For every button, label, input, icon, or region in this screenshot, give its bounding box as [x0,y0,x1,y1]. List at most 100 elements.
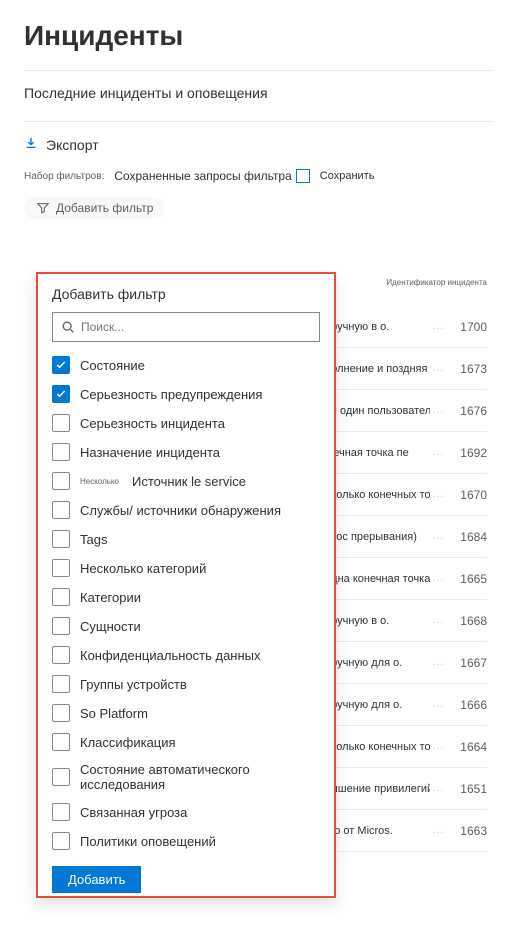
checkbox[interactable] [52,832,70,850]
option-label: Серьезность инцидента [80,416,225,431]
checkbox[interactable] [52,768,70,786]
incident-id: 1684 [460,530,487,544]
option-label: Конфиденциальность данных [80,648,261,663]
table-row[interactable]: tзапрос прерывания)...1684 [310,516,487,558]
incident-id: 1665 [460,572,487,586]
option-label: Сущности [80,619,141,634]
table-row[interactable]: оконечная точка пе...1692 [310,432,487,474]
checkbox[interactable] [52,501,70,519]
filter-option[interactable]: Несколько категорий [52,559,320,577]
option-label: Связанная угроза [80,805,187,820]
filter-option[interactable]: Категории [52,588,320,606]
table-row[interactable]: on одна конечная точка...1665 [310,558,487,600]
checkbox[interactable] [52,588,70,606]
filter-option[interactable]: Связанная угроза [52,803,320,821]
checkbox[interactable] [52,803,70,821]
option-label: Категории [80,590,141,605]
option-label: Группы устройств [80,677,187,692]
ellipsis: ... [433,741,444,752]
filter-set-label: Набор фильтров: [24,171,104,182]
popup-title: Добавить фильтр [52,286,320,302]
filter-option[interactable]: Несколько Источник le service [52,472,320,490]
filter-search-input[interactable] [52,312,320,342]
option-label: Несколько категорий [80,561,206,576]
add-filter-button[interactable]: Добавить фильтр [24,197,165,219]
filter-option[interactable]: Классификация [52,733,320,751]
checkbox[interactable] [52,356,70,374]
checkbox[interactable] [52,675,70,693]
search-field[interactable] [81,320,311,334]
save-button[interactable]: Сохранить [320,170,375,182]
incident-id: 1692 [460,446,487,460]
add-button[interactable]: Добавить [52,866,141,893]
incident-id: 1670 [460,488,487,502]
option-label: Состояние [80,358,145,373]
table-row[interactable]: rнесколько конечных точек...1670 [310,474,487,516]
divider [24,121,493,122]
filter-option[interactable]: Политики оповещений [52,832,320,850]
saved-queries-text: Сохраненные запросы фильтра [114,169,291,183]
export-button[interactable]: Экспорт [46,137,99,153]
add-filter-label: Добавить фильтр [56,201,153,215]
option-label: Источник le service [132,474,246,489]
filter-option[interactable]: Состояние автоматического исследования [52,762,320,792]
table-row[interactable]: ed вручную в о....1668 [310,600,487,642]
checkbox[interactable] [52,443,70,461]
checkbox[interactable] [52,646,70,664]
incident-id: 1668 [460,614,487,628]
add-filter-popup: Добавить фильтр Состояние Серьезность пре… [36,272,336,898]
download-icon [24,136,38,153]
filter-option[interactable]: Серьезность инцидента [52,414,320,432]
checkbox[interactable] [52,704,70,722]
saved-queries-label[interactable]: Сохраненные запросы фильтра [114,169,309,183]
ellipsis: ... [433,405,444,416]
filter-option[interactable]: Конфиденциальность данных [52,646,320,664]
checkbox[interactable] [52,733,70,751]
section-label: Последние инциденты и оповещения [24,85,493,101]
incident-id: 1673 [460,362,487,376]
filter-option[interactable]: Сущности [52,617,320,635]
option-label: Политики оповещений [80,834,216,849]
option-label: Tags [80,532,107,547]
checkbox[interactable] [52,414,70,432]
ellipsis: ... [433,363,444,374]
incident-id: 1666 [460,698,487,712]
table-row[interactable]: rнесколько конечных точек...1664 [310,726,487,768]
filter-option[interactable]: Состояние [52,356,320,374]
ellipsis: ... [433,615,444,626]
ellipsis: ... [433,783,444,794]
ellipsis: ... [433,657,444,668]
checkbox[interactable] [52,472,70,490]
ellipsis: ... [433,699,444,710]
option-prefix: Несколько [80,477,119,486]
filter-option[interactable]: Назначение инцидента [52,443,320,461]
option-label: Серьезность предупреждения [80,387,262,402]
checkbox[interactable] [52,617,70,635]
search-icon [61,320,75,334]
table-row[interactable]: ed вручную в о....1700 [310,306,487,348]
filter-option[interactable]: Группы устройств [52,675,320,693]
incident-id: 1651 [460,782,487,796]
ellipsis: ... [433,825,444,836]
filter-option[interactable]: Серьезность предупреждения [52,385,320,403]
filter-option[interactable]: Tags [52,530,320,548]
ellipsis: ... [433,573,444,584]
option-label: So Platform [80,706,148,721]
table-row[interactable]: ed вручную для о....1666 [310,684,487,726]
incident-id: 1667 [460,656,487,670]
option-label: Службы/ источники обнаружения [80,503,281,518]
checkbox[interactable] [52,559,70,577]
table-row[interactable]: олово от Micros....1663 [310,810,487,852]
filter-option[interactable]: Службы/ источники обнаружения [52,501,320,519]
checkbox[interactable] [52,385,70,403]
filter-option[interactable]: So Platform [52,704,320,722]
ellipsis: ... [433,531,444,542]
table-row[interactable]: Выполнение и поздняя...1673 [310,348,487,390]
incident-id: 1664 [460,740,487,754]
checkbox[interactable] [52,530,70,548]
table-row[interactable]: ed вручную для о....1667 [310,642,487,684]
table-row[interactable]: Irving один пользователь...1676 [310,390,487,432]
funnel-icon [36,201,50,215]
page-title: Инциденты [24,20,493,52]
table-row[interactable]: Повышение привилегий...1651 [310,768,487,810]
